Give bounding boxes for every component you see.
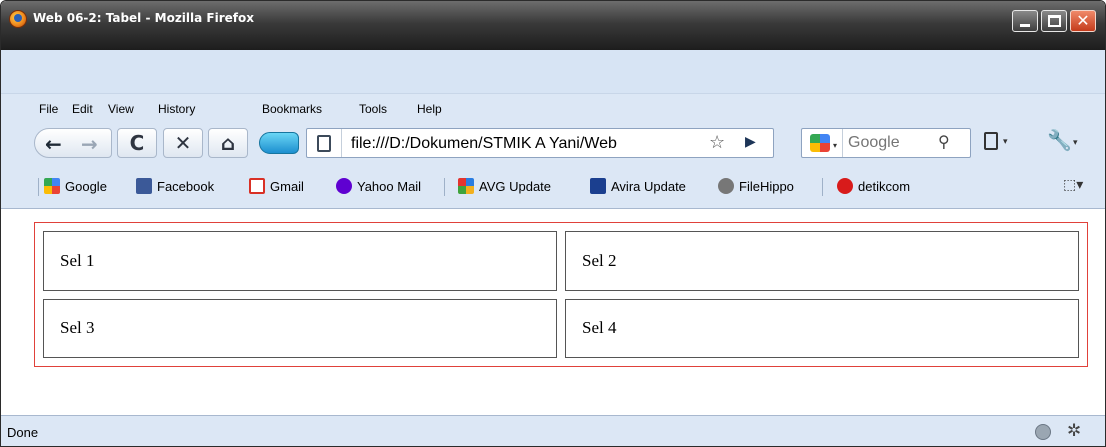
reload-button[interactable]: C xyxy=(117,128,157,158)
bookmark-separator xyxy=(822,178,823,196)
bookmark-label: AVG Update xyxy=(479,179,552,194)
wrench-icon: 🔧 xyxy=(1047,128,1072,152)
firebug-icon[interactable]: ✲ xyxy=(1067,421,1081,441)
rss-feed-icon[interactable]: ⬚▾ xyxy=(1063,177,1083,193)
bookmark-label: FileHippo xyxy=(739,179,794,194)
google-icon xyxy=(44,178,60,194)
maximize-button[interactable] xyxy=(1041,10,1067,32)
bookmark-star-icon[interactable]: ☆ xyxy=(709,132,725,153)
avg-icon xyxy=(458,178,474,194)
table-cell: Sel 1 xyxy=(43,231,557,291)
menu-history[interactable]: History xyxy=(158,102,195,116)
close-icon: ✕ xyxy=(1076,11,1090,30)
title-bar[interactable]: Web 06-2: Tabel - Mozilla Firefox ✕ xyxy=(1,1,1105,50)
bookmark-label: Gmail xyxy=(270,179,304,194)
engine-dropdown-icon[interactable]: ▾ xyxy=(833,141,837,150)
bookmarks-toolbar: Google Facebook Gmail Yahoo Mail AVG Upd… xyxy=(1,175,1105,199)
table-cell: Sel 4 xyxy=(565,298,1079,358)
search-icon[interactable]: ⚲ xyxy=(938,132,950,151)
table: Sel 1 Sel 2 Sel 3 Sel 4 xyxy=(35,223,1087,366)
reload-icon: C xyxy=(129,131,145,155)
bookmark-label: detikcom xyxy=(858,179,911,194)
page-content: Sel 1 Sel 2 Sel 3 Sel 4 xyxy=(1,209,1105,415)
menu-edit[interactable]: Edit xyxy=(72,102,93,116)
browser-chrome: File Edit View History Bookmarks Tools H… xyxy=(1,50,1105,209)
window-title: Web 06-2: Tabel - Mozilla Firefox xyxy=(33,11,254,25)
menu-view[interactable]: View xyxy=(108,102,134,116)
search-separator xyxy=(842,129,843,157)
avira-icon xyxy=(590,178,606,194)
menu-file[interactable]: File xyxy=(39,102,58,116)
detikcom-icon xyxy=(837,178,853,194)
minimize-icon xyxy=(1020,24,1030,27)
bookmark-label: Google xyxy=(65,179,107,194)
page-menu-icon xyxy=(984,132,998,150)
gmail-icon xyxy=(249,178,265,194)
chevron-down-icon: ▾ xyxy=(1073,137,1078,147)
yahoo-icon xyxy=(336,178,352,194)
menu-help[interactable]: Help xyxy=(417,102,442,116)
extension-icon[interactable] xyxy=(259,132,299,154)
bookmark-label: Avira Update xyxy=(611,179,686,194)
demo-table: Sel 1 Sel 2 Sel 3 Sel 4 xyxy=(34,222,1088,367)
status-bar: Done ✲ xyxy=(1,415,1105,446)
page-menu-button[interactable]: ▾ xyxy=(984,132,1024,156)
url-text[interactable]: file:///D:/Dokumen/STMIK A Yani/Web xyxy=(351,135,617,153)
go-icon[interactable]: ▶ xyxy=(745,134,756,150)
google-engine-icon[interactable] xyxy=(810,134,830,152)
tab-strip xyxy=(1,50,1105,94)
stop-icon: ✕ xyxy=(174,131,192,155)
bookmark-label: Yahoo Mail xyxy=(357,179,422,194)
page-icon xyxy=(317,135,331,152)
table-cell: Sel 2 xyxy=(565,231,1079,291)
search-input[interactable] xyxy=(848,132,928,154)
table-cell: Sel 3 xyxy=(43,298,557,358)
minimize-button[interactable] xyxy=(1012,10,1038,32)
search-bar: ▾ ⚲ xyxy=(801,128,971,158)
home-button[interactable]: ⌂ xyxy=(208,128,248,158)
stop-button[interactable]: ✕ xyxy=(163,128,203,158)
url-bar[interactable]: file:///D:/Dokumen/STMIK A Yani/Web ☆ ▶ xyxy=(306,128,774,158)
bookmark-separator xyxy=(444,178,445,196)
menu-bookmarks[interactable]: Bookmarks xyxy=(262,102,322,116)
bookmark-label: Facebook xyxy=(157,179,215,194)
maximize-icon xyxy=(1048,15,1061,27)
menu-bar: File Edit View History Bookmarks Tools H… xyxy=(1,100,1105,120)
navigation-toolbar: ← → C ✕ ⌂ file:///D:/Dokumen/STMIK A Yan… xyxy=(1,124,1105,162)
close-button[interactable]: ✕ xyxy=(1070,10,1096,32)
forward-button[interactable]: → xyxy=(81,132,98,156)
back-button[interactable]: ← xyxy=(45,132,62,156)
table-row: Sel 1 Sel 2 xyxy=(43,231,1079,291)
back-forward-group: ← → xyxy=(34,128,112,158)
filehippo-icon xyxy=(718,178,734,194)
firefox-window: Web 06-2: Tabel - Mozilla Firefox ✕ File… xyxy=(0,0,1106,447)
bookmark-separator xyxy=(38,178,39,196)
tools-menu-button[interactable]: 🔧 ▾ xyxy=(1045,128,1095,154)
firefox-icon xyxy=(9,10,27,28)
menu-tools[interactable]: Tools xyxy=(359,102,387,116)
url-separator xyxy=(341,129,342,157)
addon-status-icon[interactable] xyxy=(1035,424,1051,440)
facebook-icon xyxy=(136,178,152,194)
home-icon: ⌂ xyxy=(220,131,236,155)
table-row: Sel 3 Sel 4 xyxy=(43,298,1079,358)
status-text: Done xyxy=(7,425,39,440)
chevron-down-icon: ▾ xyxy=(1003,136,1008,146)
